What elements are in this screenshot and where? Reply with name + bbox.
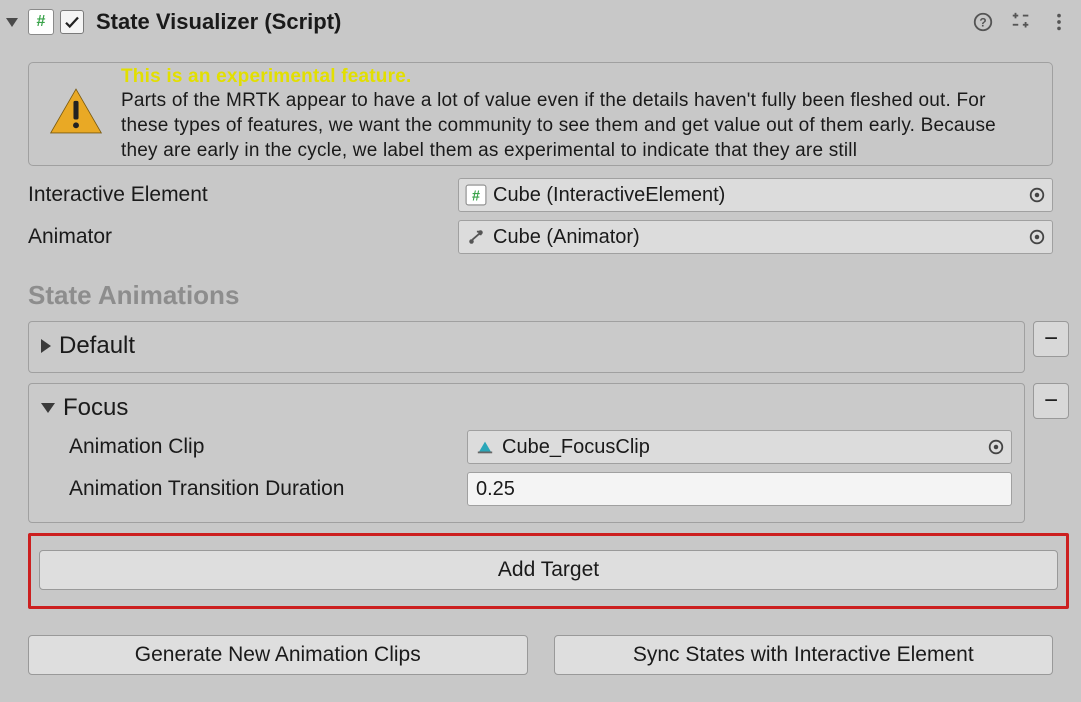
- chevron-down-icon: [41, 403, 55, 413]
- generate-clips-button[interactable]: Generate New Animation Clips: [28, 635, 528, 675]
- interactive-element-field[interactable]: # Cube (InteractiveElement): [458, 178, 1053, 212]
- add-target-highlight: Add Target: [28, 533, 1069, 609]
- focus-label: Focus: [63, 394, 128, 422]
- chevron-right-icon: [41, 339, 51, 353]
- interactive-element-label: Interactive Element: [28, 183, 458, 207]
- help-icon[interactable]: ?: [969, 8, 997, 36]
- animator-label: Animator: [28, 225, 458, 249]
- interactive-element-value: Cube (InteractiveElement): [493, 184, 1020, 207]
- warning-triangle-icon: [43, 87, 103, 141]
- animation-clip-value: Cube_FocusClip: [502, 436, 979, 459]
- component-title: State Visualizer (Script): [96, 9, 963, 35]
- warning-body: Parts of the MRTK appear to have a lot o…: [121, 90, 996, 160]
- warning-text: This is an experimental feature. Parts o…: [121, 65, 1038, 164]
- transition-duration-input[interactable]: 0.25: [467, 472, 1012, 506]
- focus-foldout[interactable]: Focus: [41, 394, 1012, 422]
- svg-text:#: #: [472, 189, 480, 205]
- sync-states-button[interactable]: Sync States with Interactive Element: [554, 635, 1054, 675]
- experimental-warning-box: This is an experimental feature. Parts o…: [28, 62, 1053, 166]
- bottom-button-row: Generate New Animation Clips Sync States…: [28, 635, 1053, 675]
- component-foldout-arrow-down-icon[interactable]: [6, 18, 18, 27]
- default-state-box: Default: [28, 321, 1025, 373]
- svg-text:?: ?: [979, 16, 986, 30]
- object-picker-icon[interactable]: [1026, 226, 1048, 248]
- interactive-element-row: Interactive Element # Cube (InteractiveE…: [0, 174, 1081, 216]
- remove-default-button[interactable]: −: [1033, 321, 1069, 357]
- animation-clip-label: Animation Clip: [69, 435, 467, 459]
- object-picker-icon[interactable]: [985, 436, 1007, 458]
- focus-state-box: Focus Animation Clip Cube_FocusClip Anim…: [28, 383, 1025, 523]
- presets-icon[interactable]: [1007, 8, 1035, 36]
- transition-duration-label: Animation Transition Duration: [69, 477, 467, 501]
- focus-state-row: Focus Animation Clip Cube_FocusClip Anim…: [28, 383, 1069, 523]
- animator-value: Cube (Animator): [493, 226, 1020, 249]
- default-foldout[interactable]: Default: [41, 332, 1012, 360]
- animation-clip-icon: [474, 436, 496, 458]
- object-picker-icon[interactable]: [1026, 184, 1048, 206]
- transition-duration-row: Animation Transition Duration 0.25: [41, 472, 1012, 506]
- component-header: # State Visualizer (Script) ?: [0, 0, 1081, 44]
- animator-icon: [465, 226, 487, 248]
- state-animations-title: State Animations: [28, 280, 1081, 311]
- animation-clip-field[interactable]: Cube_FocusClip: [467, 430, 1012, 464]
- remove-focus-button[interactable]: −: [1033, 383, 1069, 419]
- context-menu-icon[interactable]: [1045, 8, 1073, 36]
- add-target-button[interactable]: Add Target: [39, 550, 1058, 590]
- animator-field[interactable]: Cube (Animator): [458, 220, 1053, 254]
- animation-clip-row: Animation Clip Cube_FocusClip: [41, 430, 1012, 464]
- warning-title: This is an experimental feature.: [121, 66, 411, 87]
- script-icon: #: [28, 9, 54, 35]
- default-state-row: Default −: [28, 321, 1069, 373]
- animator-row: Animator Cube (Animator): [0, 216, 1081, 258]
- script-ref-icon: #: [465, 184, 487, 206]
- enable-component-checkbox[interactable]: [60, 10, 84, 34]
- default-label: Default: [59, 332, 135, 360]
